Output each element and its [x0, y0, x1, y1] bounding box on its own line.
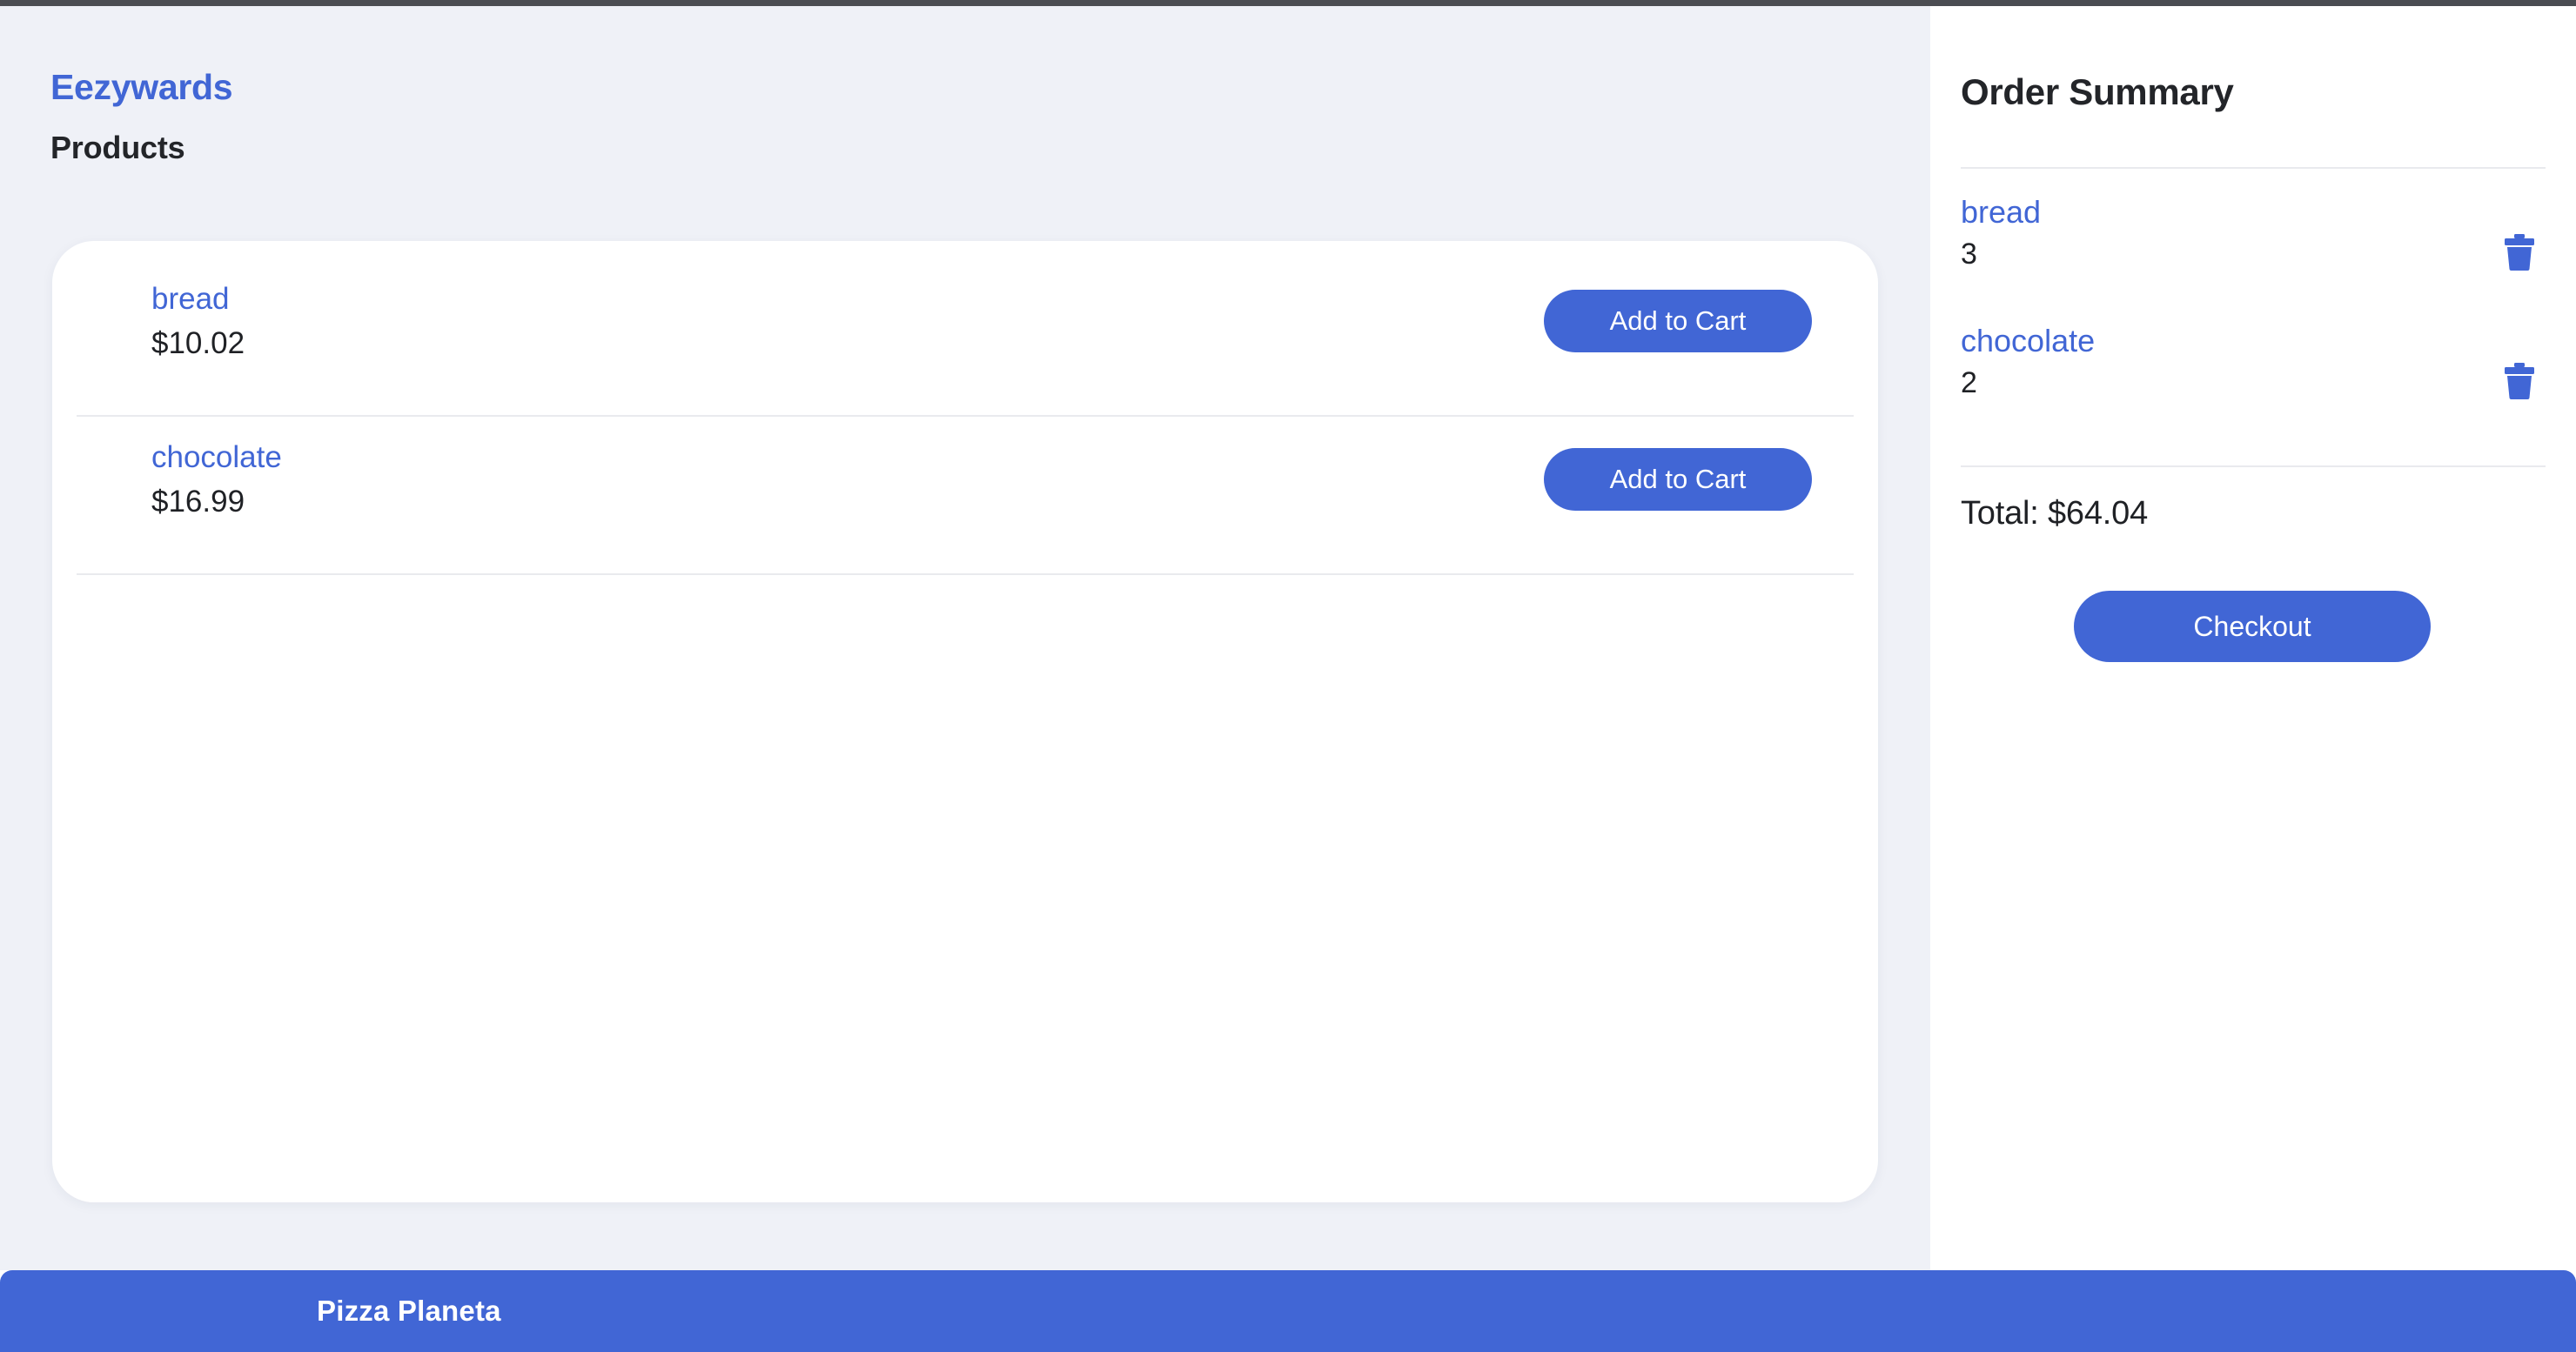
product-info: chocolate $16.99 [151, 439, 282, 521]
product-name[interactable]: chocolate [151, 439, 282, 475]
remove-item-button[interactable] [2502, 362, 2537, 400]
remove-item-button[interactable] [2502, 233, 2537, 271]
cart-item-quantity: 2 [1961, 366, 1977, 400]
order-total: Total: $64.04 [1961, 495, 2149, 532]
page-title: Products [50, 130, 185, 165]
products-pane: Eezywards Products bread $10.02 Add to C… [0, 6, 1930, 1270]
cart-item: bread 3 [1961, 193, 2549, 322]
brand-title: Eezywards [50, 67, 233, 107]
cart-item-list: bread 3 chocolate 2 [1961, 193, 2549, 451]
product-list-card: bread $10.02 Add to Cart chocolate $16.9… [52, 241, 1878, 1202]
product-info: bread $10.02 [151, 281, 245, 363]
product-price: $10.02 [151, 326, 245, 361]
bottom-bar: Pizza Planeta [0, 1270, 2576, 1352]
order-summary-pane: Order Summary bread 3 chocolate 2 Total:… [1930, 6, 2576, 1270]
trash-icon [2505, 234, 2534, 271]
add-to-cart-button[interactable]: Add to Cart [1544, 290, 1812, 352]
cart-item-name[interactable]: bread [1961, 193, 2549, 231]
product-row: chocolate $16.99 Add to Cart [77, 417, 1854, 575]
cart-item-name[interactable]: chocolate [1961, 322, 2549, 359]
cart-item-quantity: 3 [1961, 238, 1977, 271]
order-summary-title: Order Summary [1961, 71, 2234, 112]
window-top-strip [0, 0, 2576, 6]
trash-icon [2505, 363, 2534, 399]
checkout-button[interactable]: Checkout [2074, 591, 2431, 662]
product-name[interactable]: bread [151, 281, 245, 317]
product-row: bread $10.02 Add to Cart [77, 258, 1854, 417]
bottom-bar-label: Pizza Planeta [317, 1295, 501, 1327]
product-price: $16.99 [151, 485, 245, 519]
summary-divider-bottom [1961, 465, 2546, 467]
cart-item: chocolate 2 [1961, 322, 2549, 451]
app-root: Eezywards Products bread $10.02 Add to C… [0, 6, 2576, 1352]
summary-divider-top [1961, 167, 2546, 169]
add-to-cart-button[interactable]: Add to Cart [1544, 448, 1812, 511]
